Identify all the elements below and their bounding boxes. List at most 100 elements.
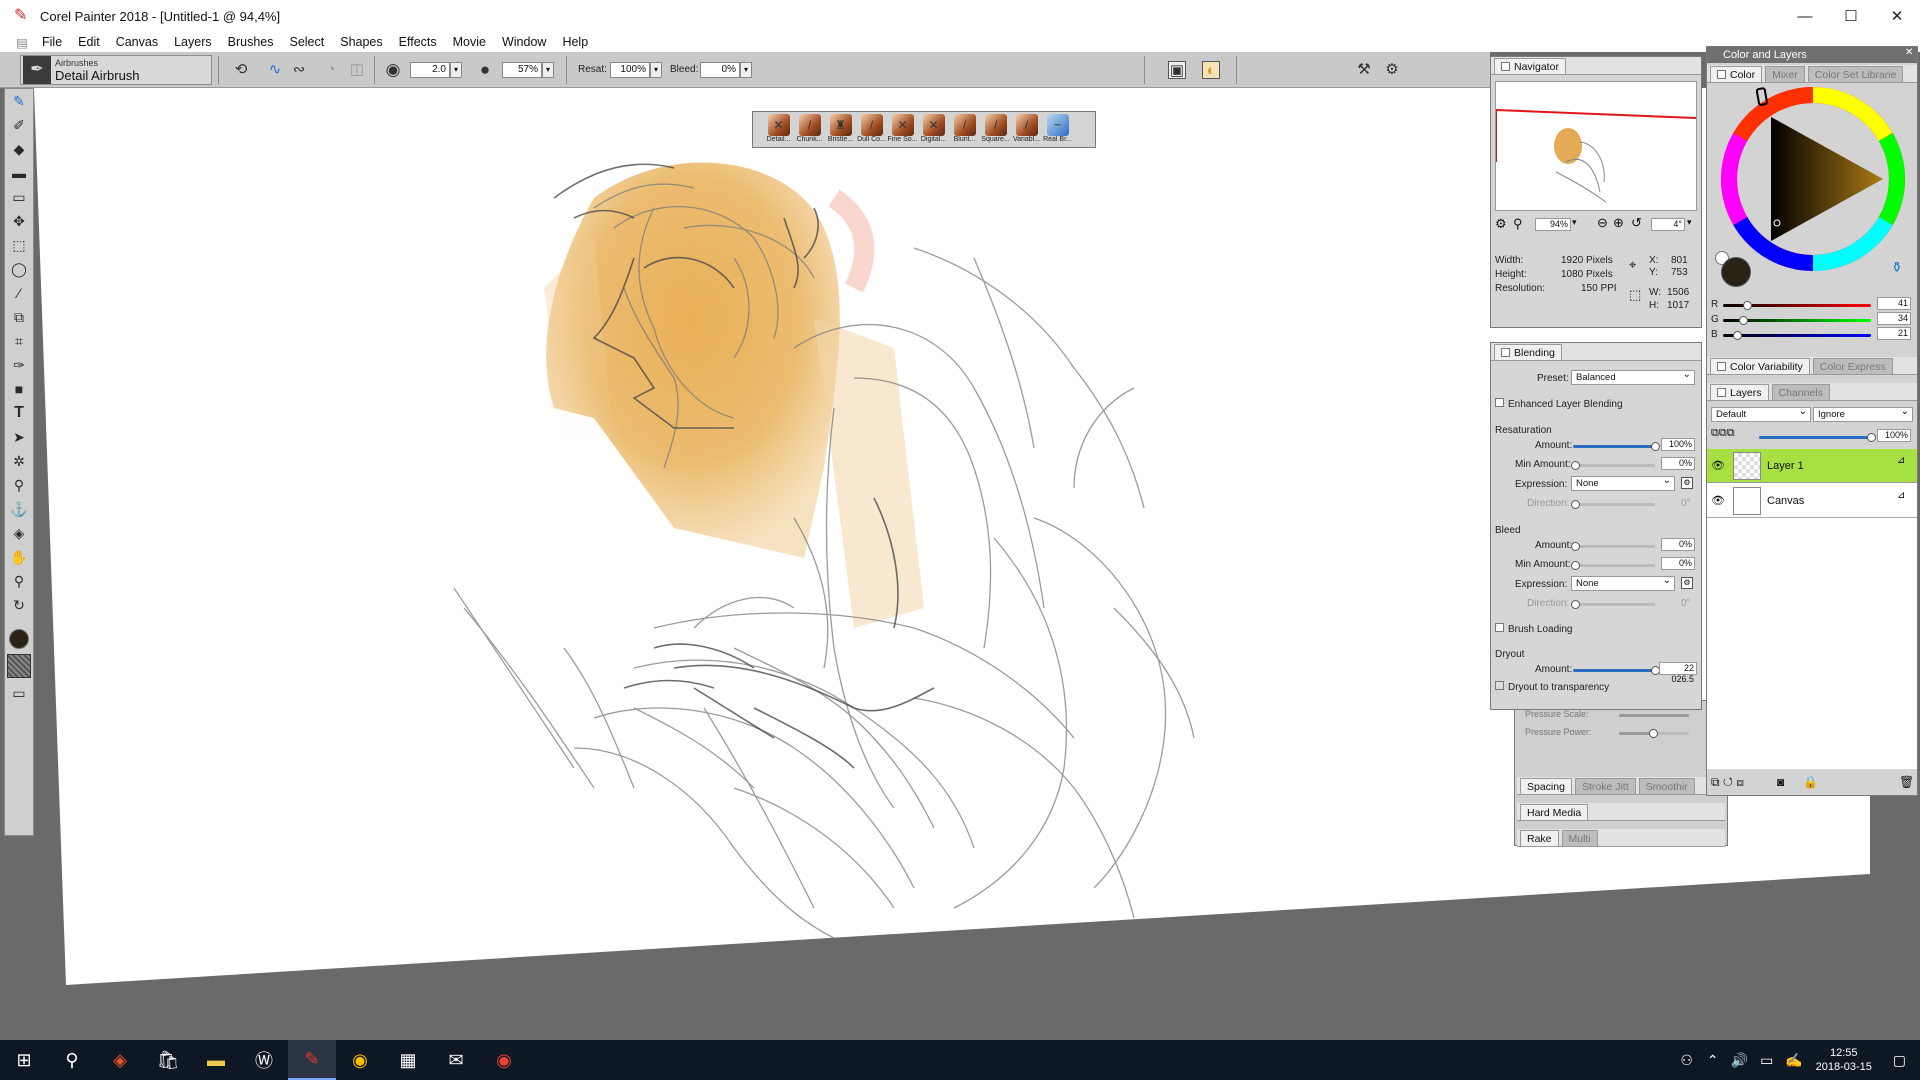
search-icon[interactable]: ⚲ bbox=[48, 1040, 96, 1080]
tab-color-variability[interactable]: Color Variability bbox=[1710, 358, 1810, 374]
layer-row-canvas[interactable]: 👁 Canvas ⊿ bbox=[1707, 484, 1917, 518]
bleed-direction-slider[interactable] bbox=[1571, 600, 1655, 609]
brush-tool-icon[interactable]: ✎ bbox=[5, 89, 33, 113]
pressure-scale-slider[interactable] bbox=[1619, 714, 1689, 717]
lasso-icon[interactable]: ◯ bbox=[5, 257, 33, 281]
dryout-amount-value[interactable]: 22 026.5 bbox=[1659, 662, 1697, 684]
bleed-amount-value[interactable]: 0% bbox=[1661, 538, 1695, 551]
windows-start-icon[interactable]: ⊞ bbox=[0, 1040, 48, 1080]
brush-palette-item[interactable]: / Blunt... bbox=[949, 114, 980, 143]
opacity-dropdown[interactable]: ▾ bbox=[542, 62, 554, 78]
main-color-icon[interactable] bbox=[5, 627, 33, 651]
r-slider[interactable] bbox=[1723, 301, 1871, 310]
tab-multi[interactable]: Multi bbox=[1561, 830, 1598, 846]
eye-visibility-icon[interactable]: 👁 bbox=[1711, 459, 1725, 472]
eye-visibility-icon[interactable]: 👁 bbox=[1711, 494, 1725, 507]
tab-color-expression[interactable]: Color Express bbox=[1812, 358, 1893, 374]
menu-canvas[interactable]: Canvas bbox=[108, 35, 166, 49]
painter-taskbar-icon[interactable]: ✎ bbox=[288, 1040, 336, 1080]
pressure-power-slider[interactable] bbox=[1619, 729, 1689, 738]
resat-direction-slider[interactable] bbox=[1571, 500, 1655, 509]
close-panel-icon[interactable] bbox=[1501, 62, 1510, 71]
menu-shapes[interactable]: Shapes bbox=[332, 35, 390, 49]
layer-commands-icon[interactable]: ⧉ ↺ ⧈ bbox=[1711, 775, 1744, 790]
screen-mode-icon[interactable]: ▣ bbox=[1168, 61, 1186, 79]
r-value[interactable]: 41 bbox=[1877, 297, 1911, 310]
g-slider[interactable] bbox=[1723, 316, 1871, 325]
corel-app-icon[interactable]: ◈ bbox=[96, 1040, 144, 1080]
brush-palette-item[interactable]: ✕ Fine So... bbox=[887, 114, 918, 143]
wacom-icon[interactable]: Ⓦ bbox=[240, 1040, 288, 1080]
move-layer-icon[interactable]: ✥ bbox=[5, 209, 33, 233]
menu-edit[interactable]: Edit bbox=[70, 35, 108, 49]
lock-layer-icon[interactable]: 🔒 bbox=[1803, 775, 1818, 789]
rect-select-icon[interactable]: ⬚ bbox=[5, 233, 33, 257]
bleed-min-slider[interactable] bbox=[1571, 561, 1655, 570]
minimize-button[interactable]: — bbox=[1782, 0, 1828, 32]
ruler-icon[interactable]: ▭ bbox=[5, 185, 33, 209]
maximize-button[interactable]: ☐ bbox=[1828, 0, 1874, 32]
dropper-tool-icon[interactable]: ✐ bbox=[5, 113, 33, 137]
mirror-icon[interactable]: ◈ bbox=[5, 521, 33, 545]
chrome-icon[interactable]: ◉ bbox=[336, 1040, 384, 1080]
tab-mixer[interactable]: Mixer bbox=[1765, 66, 1805, 82]
bleed-expression-dropdown[interactable]: None bbox=[1571, 574, 1675, 591]
people-icon[interactable]: ⚇ bbox=[1680, 1052, 1693, 1069]
tab-navigator[interactable]: Navigator bbox=[1494, 58, 1566, 74]
composite-method-dropdown[interactable]: Default bbox=[1711, 405, 1811, 422]
bleed-input[interactable]: 0% bbox=[700, 62, 740, 78]
opacity-input[interactable]: 57% bbox=[502, 62, 542, 78]
resat-min-value[interactable]: 0% bbox=[1661, 457, 1695, 470]
media-library-icon[interactable]: ▭ bbox=[5, 681, 33, 705]
brush-selector[interactable]: ✒ Airbrushes Detail Airbrush bbox=[20, 55, 212, 85]
rotate-page-icon[interactable]: ↻ bbox=[5, 593, 33, 617]
cloner-icon[interactable]: ✲ bbox=[5, 449, 33, 473]
resat-min-slider[interactable] bbox=[1571, 461, 1655, 470]
rotation-dropdown[interactable]: ▾ bbox=[1687, 217, 1692, 228]
panel-close-icon[interactable]: ✕ bbox=[1905, 47, 1913, 58]
color-swatch-icon[interactable]: ◐ bbox=[1202, 61, 1220, 79]
reset-tool-icon[interactable]: ⟲ bbox=[232, 61, 250, 79]
pen-icon[interactable]: ✑ bbox=[5, 353, 33, 377]
notifications-icon[interactable]: ▢ bbox=[1893, 1052, 1906, 1069]
tab-layers[interactable]: Layers bbox=[1710, 384, 1769, 400]
navigator-settings-icon[interactable]: ⚙ bbox=[1495, 216, 1507, 232]
menu-brushes[interactable]: Brushes bbox=[220, 35, 282, 49]
tab-stroke-jitter[interactable]: Stroke Jitt bbox=[1574, 778, 1636, 794]
size-dropdown[interactable]: ▾ bbox=[450, 62, 462, 78]
zoom-in-icon[interactable]: ⊕ bbox=[1613, 215, 1624, 231]
tab-channels[interactable]: Channels bbox=[1771, 384, 1830, 400]
main-color-swatch[interactable] bbox=[1721, 257, 1751, 287]
b-value[interactable]: 21 bbox=[1877, 327, 1911, 340]
tab-color-set-libraries[interactable]: Color Set Librarie bbox=[1807, 66, 1904, 82]
paint-bucket-icon[interactable]: ◆ bbox=[5, 137, 33, 161]
tab-blending[interactable]: Blending bbox=[1494, 344, 1562, 360]
g-value[interactable]: 34 bbox=[1877, 312, 1911, 325]
network-icon[interactable]: ▭ bbox=[1760, 1052, 1773, 1069]
resat-amount-value[interactable]: 100% bbox=[1661, 438, 1695, 451]
layer-opacity-value[interactable]: 100% bbox=[1877, 429, 1911, 442]
rotation-input[interactable]: 4° bbox=[1651, 218, 1685, 231]
bleed-dropdown[interactable]: ▾ bbox=[740, 62, 752, 78]
menu-movie[interactable]: Movie bbox=[445, 35, 494, 49]
menu-file[interactable]: File bbox=[34, 35, 70, 49]
store-icon[interactable]: 🛍 bbox=[144, 1040, 192, 1080]
brush-palette-item[interactable]: / Square... bbox=[980, 114, 1011, 143]
close-panel-icon[interactable] bbox=[1501, 348, 1510, 357]
crop-icon[interactable]: ⌗ bbox=[5, 329, 33, 353]
magnifier-icon[interactable]: ⚲ bbox=[5, 569, 33, 593]
volume-icon[interactable]: 🔊 bbox=[1731, 1052, 1748, 1069]
tab-rake[interactable]: Rake bbox=[1520, 830, 1559, 846]
resat-input[interactable]: 100% bbox=[610, 62, 650, 78]
grabber-hand-icon[interactable]: ✋ bbox=[5, 545, 33, 569]
brush-palette-item[interactable]: / Dull Co... bbox=[856, 114, 887, 143]
brush-palette-item[interactable]: ✕ Digital... bbox=[918, 114, 949, 143]
tab-smoothing[interactable]: Smoothir bbox=[1638, 778, 1695, 794]
dodge-icon[interactable]: ⚓ bbox=[5, 497, 33, 521]
b-slider[interactable] bbox=[1723, 331, 1871, 340]
enhanced-blending-checkbox[interactable]: Enhanced Layer Blending bbox=[1495, 398, 1623, 410]
brush-loading-checkbox[interactable]: Brush Loading bbox=[1495, 623, 1573, 635]
rubber-stamp-icon[interactable]: ⚲ bbox=[5, 473, 33, 497]
tab-color[interactable]: Color bbox=[1710, 66, 1763, 82]
menu-window[interactable]: Window bbox=[494, 35, 554, 49]
